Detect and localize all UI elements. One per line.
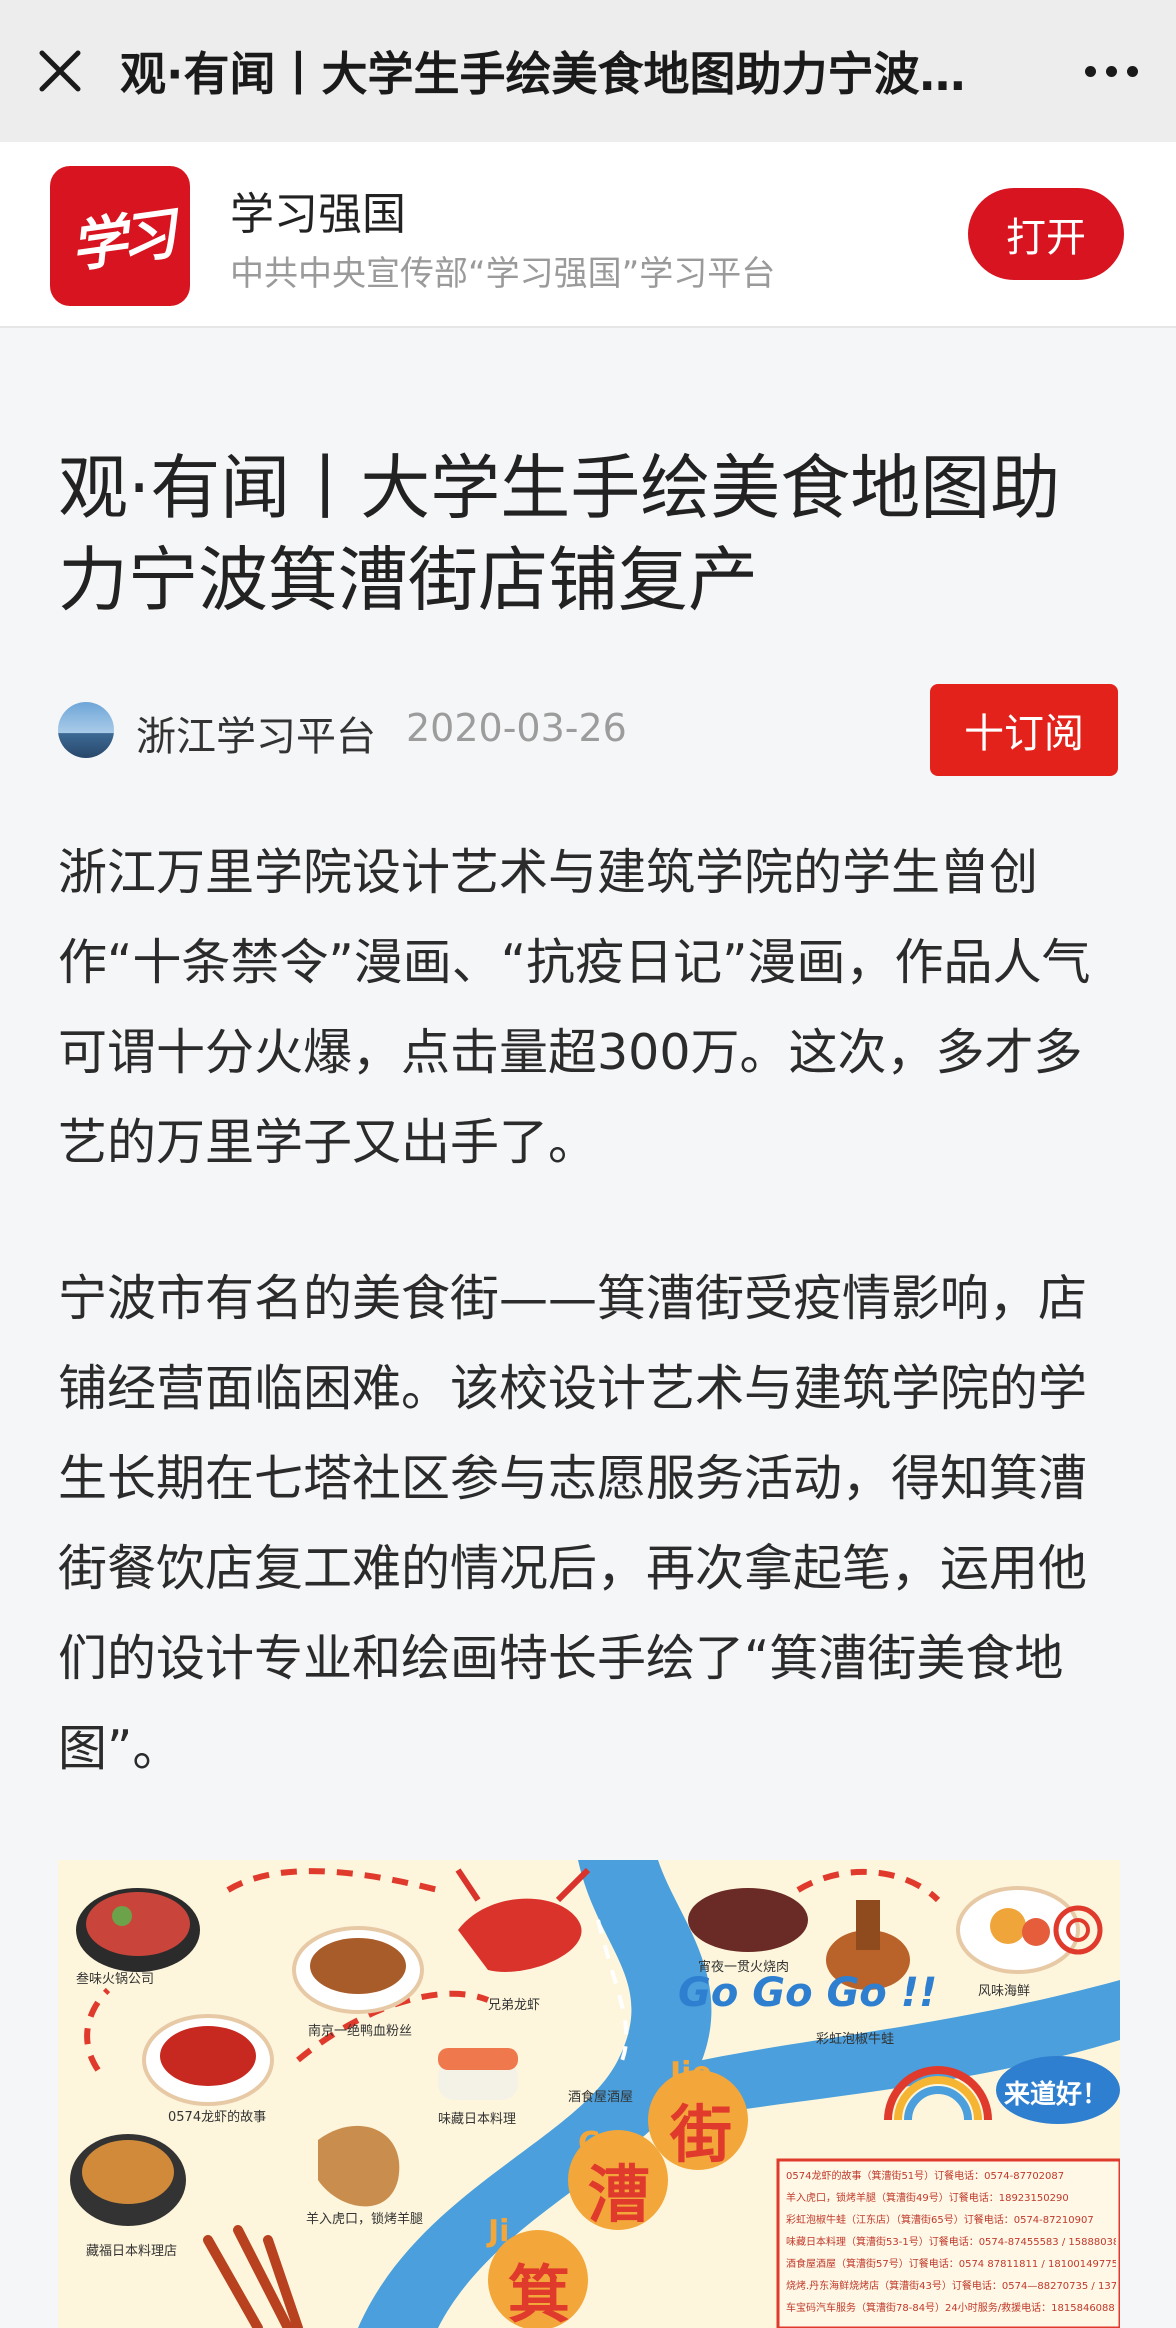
app-download-banner: 学习 学习强国 中共中央宣传部“学习强国”学习平台 打开: [0, 142, 1176, 328]
listing-line: 酒食屋酒屋（箕漕街57号）订餐电话：0574 87811811 / 181001…: [786, 2259, 1116, 2270]
app-logo-text: 学习: [66, 200, 175, 281]
listing-line: 彩虹泡椒牛蛙（江东店）（箕漕街65号）订餐电话：0574-87210907: [786, 2215, 1094, 2226]
dish-ramen: [70, 2134, 186, 2226]
more-dots-icon: [1084, 65, 1138, 77]
page-title: 观·有闻丨大学生手绘美食地图助力宁波…: [120, 47, 966, 101]
shop-label: 藏福日本料理店: [86, 2244, 178, 2259]
pinyin-jie: Jie: [670, 2056, 712, 2091]
dish-crayfish: [142, 2014, 274, 2106]
shop-listing: 0574龙虾的故事（箕漕街51号）订餐电话：0574-87702087 羊入虎口…: [786, 2166, 1116, 2320]
slogan-eat: 来道好！: [1004, 2080, 1109, 2110]
listing-line: 0574龙虾的故事（箕漕街51号）订餐电话：0574-87702087: [786, 2171, 1065, 2182]
publish-date: 2020-03-26: [406, 706, 627, 750]
food-map-image[interactable]: 叁味火锅公司 南京一绝鸭血粉丝 兄弟龙虾 宵夜一贯火烧肉 风味海鲜 0574龙虾…: [58, 1860, 1120, 2328]
shop-label: 南京一绝鸭血粉丝: [308, 2024, 413, 2039]
dish-lamb-leg: [318, 2125, 400, 2207]
app-name: 学习强国: [230, 189, 406, 240]
slogan-go: Go Go Go !!: [678, 1970, 938, 2016]
shop-label: 彩虹泡椒牛蛙: [816, 2032, 895, 2047]
dish-sushi: [438, 2048, 518, 2100]
dish-lobster: [455, 1867, 591, 1972]
article-meta: 浙江学习平台 2020-03-26 十订阅: [58, 684, 1118, 776]
dish-hotpot: [76, 1888, 200, 1972]
close-button[interactable]: [0, 0, 120, 142]
dish-seafood: [956, 1886, 1080, 1974]
dish-noodles: [292, 1926, 424, 2014]
article-title: 观·有闻丨大学生手绘美食地图助力宁波箕漕街店铺复产: [58, 447, 1061, 621]
shop-label: 叁味火锅公司: [76, 1972, 155, 1987]
street-char-ji: 箕: [508, 2258, 571, 2328]
shop-label: 0574龙虾的故事: [168, 2110, 267, 2125]
article-paragraph: 浙江万里学院设计艺术与建筑学院的学生曾创作“十条禁令”漫画、“抗疫日记”漫画，作…: [58, 844, 1091, 1171]
listing-line: 车宝码汽车服务（箕漕街78-84号）24小时服务/救援电话：1815846088…: [786, 2303, 1116, 2314]
shop-label: 酒食屋酒屋: [568, 2090, 634, 2105]
shop-label: 羊入虎口，锁烤羊腿: [306, 2212, 424, 2227]
shop-label: 兄弟龙虾: [488, 1998, 541, 2013]
more-menu-button[interactable]: [1046, 0, 1176, 142]
source-name[interactable]: 浙江学习平台: [136, 704, 376, 762]
dish-bbq: [688, 1888, 808, 1952]
pinyin-cao: Cao: [578, 2126, 641, 2161]
open-app-button[interactable]: 打开: [968, 188, 1124, 280]
app-subtitle: 中共中央宣传部“学习强国”学习平台: [230, 254, 776, 294]
app-logo: 学习: [50, 166, 190, 306]
listing-line: 羊入虎口，锁烤羊腿（箕漕街49号）订餐电话：18923150290: [786, 2193, 1069, 2204]
subscribe-button[interactable]: 十订阅: [930, 684, 1118, 776]
listing-line: 味藏日本料理（箕漕街53-1号）订餐电话：0574-87455583 / 158…: [786, 2237, 1116, 2248]
pinyin-ji: Ji: [488, 2214, 510, 2249]
article-paragraph: 宁波市有名的美食街——箕漕街受疫情影响，店铺经营面临困难。该校设计艺术与建筑学院…: [58, 1270, 1088, 1777]
shop-label: 味藏日本料理: [438, 2112, 517, 2127]
close-icon: [39, 50, 81, 92]
street-char-jie: 街: [670, 2098, 733, 2171]
top-navigation-bar: 观·有闻丨大学生手绘美食地图助力宁波…: [0, 0, 1176, 142]
shop-label: 风味海鲜: [978, 1984, 1031, 1999]
dish-skewers: [203, 2225, 303, 2328]
source-avatar[interactable]: [58, 702, 114, 758]
listing-line: 烧烤.丹东海鲜烧烤店（箕漕街43号）订餐电话：0574—88270735 / 1…: [786, 2281, 1116, 2292]
